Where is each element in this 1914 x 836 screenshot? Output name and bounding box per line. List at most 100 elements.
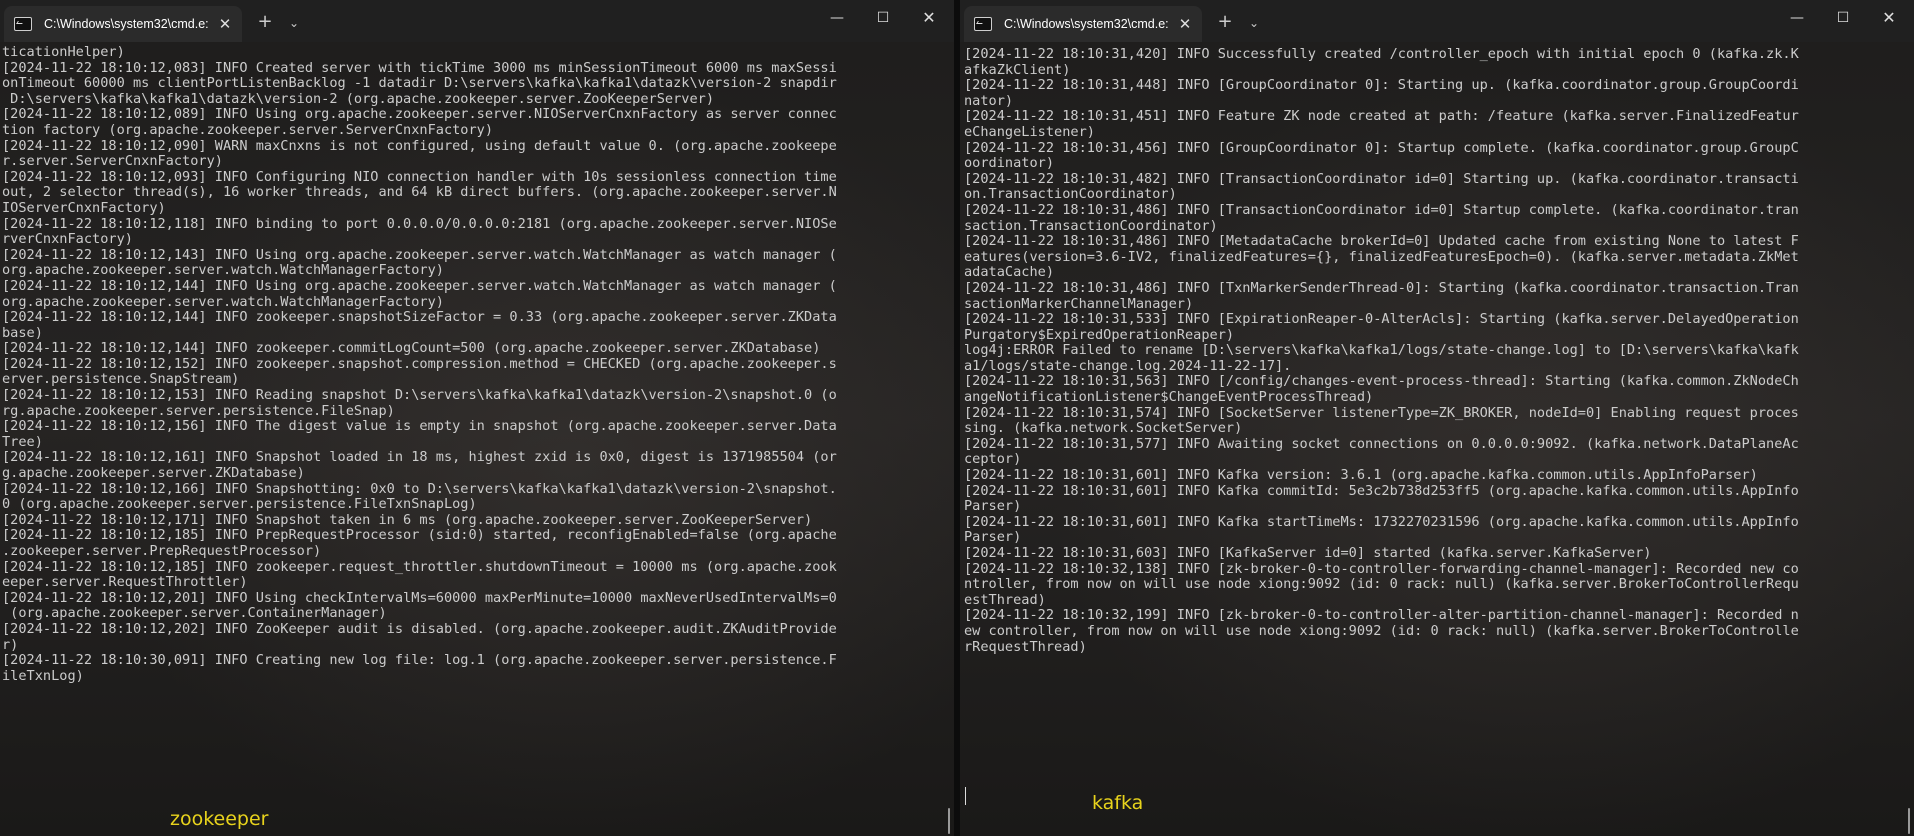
console-line: a1/logs/state-change.log.2024-11-22-17]. <box>964 357 1292 374</box>
console-line: [2024-11-22 18:10:12,118] INFO binding t… <box>2 215 837 232</box>
console-line: [2024-11-22 18:10:31,486] INFO [Transact… <box>964 201 1799 218</box>
console-line: eeper.server.RequestThrottler) <box>2 574 248 591</box>
console-line: [2024-11-22 18:10:31,601] INFO Kafka ver… <box>964 467 1758 484</box>
tab-title: C:\Windows\system32\cmd.e: <box>44 17 209 31</box>
console-line: out, 2 selector thread(s), 16 worker thr… <box>2 184 837 201</box>
console-line: [2024-11-22 18:10:12,201] INFO Using che… <box>2 589 837 606</box>
maximize-button[interactable]: ☐ <box>860 0 906 36</box>
kafka-terminal-window[interactable]: C:\Windows\system32\cmd.e: ✕ + ⌄ — ☐ ✕ [… <box>960 0 1914 836</box>
console-line: rverCnxnFactory) <box>2 231 133 248</box>
console-line: oordinator) <box>964 155 1055 172</box>
console-line: [2024-11-22 18:10:31,601] INFO Kafka com… <box>964 482 1799 499</box>
console-line: log4j:ERROR Failed to rename [D:\servers… <box>964 342 1799 359</box>
console-line: [2024-11-22 18:10:12,185] INFO PrepReque… <box>2 527 837 544</box>
console-line: [2024-11-22 18:10:12,093] INFO Configuri… <box>2 168 837 185</box>
console-line: [2024-11-22 18:10:30,091] INFO Creating … <box>2 652 837 669</box>
console-line: g.apache.zookeeper.server.ZKDatabase) <box>2 465 305 482</box>
console-line: angeNotificationListener$ChangeEventProc… <box>964 389 1374 406</box>
console-line: [2024-11-22 18:10:12,143] INFO Using org… <box>2 246 837 263</box>
console-line: [2024-11-22 18:10:31,563] INFO [/config/… <box>964 373 1799 390</box>
scrollbar-thumb[interactable] <box>948 808 950 834</box>
console-line: [2024-11-22 18:10:31,448] INFO [GroupCoo… <box>964 77 1799 94</box>
console-line: onTimeout 60000 ms clientPortListenBackl… <box>2 75 837 92</box>
console-line: [2024-11-22 18:10:12,156] INFO The diges… <box>2 418 837 435</box>
console-line: .zookeeper.server.PrepRequestProcessor) <box>2 543 322 559</box>
new-tab-button[interactable]: + <box>1214 12 1236 34</box>
console-line: [2024-11-22 18:10:12,202] INFO ZooKeeper… <box>2 620 837 637</box>
cmd-icon <box>974 17 992 31</box>
console-output[interactable]: ticationHelper) [2024-11-22 18:10:12,083]… <box>2 45 932 836</box>
console-line: afkaZkClient) <box>964 61 1071 78</box>
console-line: estThread) <box>964 591 1046 608</box>
console-line: r) <box>2 636 19 653</box>
text-cursor <box>965 787 966 805</box>
zookeeper-terminal-window[interactable]: C:\Windows\system32\cmd.e: ✕ + ⌄ — ☐ ✕ t… <box>0 0 954 836</box>
title-bar[interactable]: C:\Windows\system32\cmd.e: ✕ + ⌄ — ☐ ✕ <box>0 0 954 42</box>
console-line: Parser) <box>964 498 1022 515</box>
console-line: nator) <box>964 92 1014 109</box>
new-tab-button[interactable]: + <box>254 12 276 34</box>
scrollbar[interactable] <box>1904 44 1914 836</box>
title-bar[interactable]: C:\Windows\system32\cmd.e: ✕ + ⌄ — ☐ ✕ <box>960 0 1914 42</box>
console-line: sactionMarkerChannelManager) <box>964 295 1194 312</box>
console-output[interactable]: [2024-11-22 18:10:31,420] INFO Successfu… <box>964 47 1896 836</box>
console-line: base) <box>2 324 43 341</box>
console-line: [2024-11-22 18:10:31,456] INFO [GroupCoo… <box>964 139 1799 156</box>
console-line: Purgatory$ExpiredOperationReaper) <box>964 326 1235 343</box>
console-line: ticationHelper) <box>2 45 125 60</box>
console-line: ntroller, from now on will use node xion… <box>964 576 1799 593</box>
cmd-icon <box>14 17 32 31</box>
console-line: r.server.ServerCnxnFactory) <box>2 153 223 170</box>
chevron-down-icon[interactable]: ⌄ <box>284 12 304 34</box>
console-line: eatures(version=3.6-IV2, finalizedFeatur… <box>964 248 1799 265</box>
console-line: [2024-11-22 18:10:12,171] INFO Snapshot … <box>2 511 813 528</box>
console-line: saction.TransactionCoordinator) <box>964 217 1218 234</box>
scrollbar[interactable] <box>944 44 954 836</box>
close-button[interactable]: ✕ <box>906 0 952 36</box>
kafka-label: kafka <box>1092 792 1144 814</box>
console-line: [2024-11-22 18:10:12,166] INFO Snapshott… <box>2 480 837 497</box>
console-line: org.apache.zookeeper.server.watch.WatchM… <box>2 293 444 310</box>
console-line: tion factory (org.apache.zookeeper.serve… <box>2 121 494 138</box>
console-line: [2024-11-22 18:10:31,533] INFO [Expirati… <box>964 311 1799 328</box>
console-line: 0 (org.apache.zookeeper.server.persisten… <box>2 496 477 513</box>
tab-title: C:\Windows\system32\cmd.e: <box>1004 17 1169 31</box>
console-line: [2024-11-22 18:10:12,090] WARN maxCnxns … <box>2 137 837 154</box>
console-line: [2024-11-22 18:10:31,451] INFO Feature Z… <box>964 108 1799 125</box>
close-button[interactable]: ✕ <box>1866 0 1912 36</box>
minimize-button[interactable]: — <box>1774 0 1820 36</box>
console-line: [2024-11-22 18:10:32,138] INFO [zk-broke… <box>964 560 1799 577</box>
console-line: ew controller, from now on will use node… <box>964 622 1799 639</box>
console-line: [2024-11-22 18:10:31,420] INFO Successfu… <box>964 47 1799 62</box>
console-line: [2024-11-22 18:10:12,153] INFO Reading s… <box>2 387 837 404</box>
console-line: eChangeListener) <box>964 123 1095 140</box>
scrollbar-thumb[interactable] <box>1908 808 1910 834</box>
console-line: Parser) <box>964 529 1022 546</box>
console-line: rRequestThread) <box>964 638 1087 655</box>
console-line: [2024-11-22 18:10:31,603] INFO [KafkaSer… <box>964 545 1652 561</box>
console-line: (org.apache.zookeeper.server.ContainerMa… <box>2 605 387 622</box>
minimize-button[interactable]: — <box>814 0 860 36</box>
console-line: rg.apache.zookeeper.server.persistence.F… <box>2 402 395 419</box>
console-line: [2024-11-22 18:10:31,486] INFO [Metadata… <box>964 233 1799 250</box>
console-line: [2024-11-22 18:10:12,144] INFO Using org… <box>2 277 837 294</box>
console-line: [2024-11-22 18:10:31,482] INFO [Transact… <box>964 170 1799 187</box>
maximize-button[interactable]: ☐ <box>1820 0 1866 36</box>
console-line: [2024-11-22 18:10:31,486] INFO [TxnMarke… <box>964 279 1799 296</box>
console-line: ceptor) <box>964 451 1022 468</box>
console-line: ileTxnLog) <box>2 667 84 684</box>
console-line: Tree) <box>2 433 43 450</box>
terminal-tab[interactable]: C:\Windows\system32\cmd.e: ✕ <box>4 6 242 42</box>
console-line: on.TransactionCoordinator) <box>964 186 1177 203</box>
tab-close-icon[interactable]: ✕ <box>216 15 234 33</box>
zookeeper-label: zookeeper <box>170 808 269 830</box>
console-line: [2024-11-22 18:10:12,144] INFO zookeeper… <box>2 340 821 357</box>
console-line: [2024-11-22 18:10:31,601] INFO Kafka sta… <box>964 513 1799 530</box>
terminal-tab[interactable]: C:\Windows\system32\cmd.e: ✕ <box>964 6 1202 42</box>
tab-close-icon[interactable]: ✕ <box>1176 15 1194 33</box>
console-line: erver.persistence.SnapStream) <box>2 371 240 388</box>
chevron-down-icon[interactable]: ⌄ <box>1244 12 1264 34</box>
console-line: [2024-11-22 18:10:12,083] INFO Created s… <box>2 59 837 76</box>
console-line: adataCache) <box>964 264 1055 281</box>
console-line: [2024-11-22 18:10:12,089] INFO Using org… <box>2 106 837 123</box>
